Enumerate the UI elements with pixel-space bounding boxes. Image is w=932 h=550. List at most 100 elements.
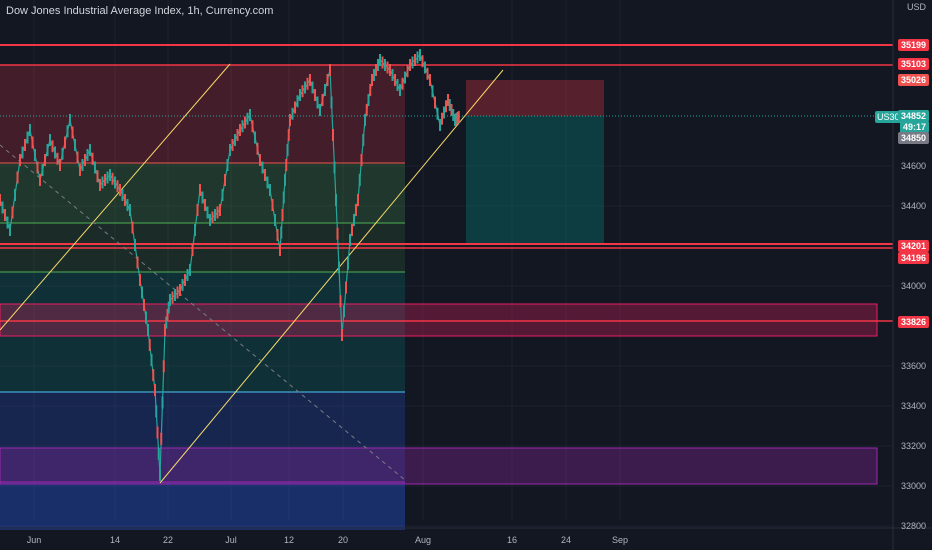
- candle: [319, 104, 321, 116]
- candle: [219, 204, 221, 216]
- candle: [357, 194, 359, 206]
- candle: [386, 61, 389, 74]
- candle: [338, 261, 340, 274]
- candle: [129, 204, 131, 216]
- candle: [41, 164, 44, 176]
- candle: [434, 96, 436, 109]
- candle: [44, 154, 46, 166]
- chart-svg[interactable]: 34600 34400 34000 33600 33400 33200 33000 32800…: [0, 0, 932, 550]
- time-tick-label: Aug: [415, 535, 431, 545]
- candle: [261, 161, 264, 174]
- candle: [421, 55, 424, 68]
- candle: [239, 124, 241, 136]
- candle: [358, 174, 361, 186]
- candle: [441, 112, 443, 125]
- fib-zone: [0, 482, 405, 530]
- candle: [436, 107, 439, 120]
- zone-box-purple: [0, 447, 878, 485]
- candle: [24, 139, 26, 151]
- candle: [341, 329, 343, 341]
- time-tick-label: 12: [284, 535, 294, 545]
- candle: [148, 339, 151, 351]
- candle: [116, 180, 119, 193]
- candle: [169, 294, 171, 306]
- time-tick-label: 22: [163, 535, 173, 545]
- candle: [364, 114, 366, 126]
- time-tick-label: 24: [561, 535, 571, 545]
- candle: [179, 284, 181, 296]
- candle: [206, 206, 209, 219]
- target-zone: [466, 116, 604, 244]
- candle: [11, 206, 14, 219]
- candle: [139, 274, 141, 286]
- candle: [355, 204, 357, 216]
- candle: [367, 94, 370, 106]
- candle: [345, 281, 347, 294]
- candle: [181, 279, 184, 291]
- price-tag: 35199: [897, 39, 929, 51]
- candle: [209, 214, 211, 226]
- candle: [231, 139, 234, 151]
- candle: [419, 49, 421, 61]
- candle: [447, 94, 449, 106]
- candle: [381, 56, 384, 69]
- candle: [284, 174, 286, 186]
- candle: [396, 79, 399, 91]
- candle: [389, 64, 391, 76]
- candle: [404, 71, 406, 84]
- candle: [336, 227, 339, 240]
- candle: [26, 131, 29, 144]
- candle: [443, 106, 445, 119]
- candle: [365, 104, 368, 116]
- candle: [154, 384, 156, 396]
- candle: [424, 61, 426, 74]
- candle: [106, 171, 109, 184]
- price-tag: 35026: [897, 74, 929, 86]
- candle: [111, 172, 114, 185]
- chart-area[interactable]: 34600 34400 34000 33600 33400 33200 33000 32800…: [0, 0, 932, 550]
- candle: [280, 226, 283, 239]
- candle: [46, 144, 49, 156]
- candle: [411, 56, 414, 69]
- price-tick-label: 34400: [901, 201, 926, 211]
- candle: [431, 85, 434, 98]
- candle: [162, 360, 165, 373]
- candle: [330, 96, 333, 109]
- candle: [99, 179, 101, 191]
- candle: [101, 176, 104, 189]
- time-tick-label: Sep: [612, 535, 628, 545]
- price-tag: 34850: [897, 132, 929, 144]
- candle: [150, 354, 153, 366]
- candle: [54, 146, 56, 159]
- candle: [51, 140, 54, 153]
- candle: [349, 234, 351, 246]
- candle: [156, 426, 159, 439]
- candle: [373, 69, 375, 81]
- candle: [351, 224, 353, 236]
- candle: [89, 144, 91, 156]
- candle: [294, 101, 296, 114]
- candle: [119, 184, 121, 196]
- candle: [16, 171, 19, 184]
- candle: [131, 221, 134, 234]
- candle: [134, 239, 136, 251]
- candle: [174, 289, 176, 301]
- candle: [371, 74, 373, 86]
- candle: [426, 67, 429, 80]
- time-tick-label: 16: [507, 535, 517, 545]
- candle: [416, 51, 419, 64]
- time-tick-label: Jun: [27, 535, 42, 545]
- candle: [241, 120, 244, 133]
- candle: [61, 147, 64, 160]
- price-tick-label: 33600: [901, 361, 926, 371]
- candle: [259, 154, 261, 166]
- candle: [94, 161, 96, 174]
- candle: [84, 154, 86, 166]
- candle: [186, 269, 189, 281]
- price-tick-label: 33000: [901, 481, 926, 491]
- price-tick-label: 33400: [901, 401, 926, 411]
- candle: [199, 184, 201, 196]
- candle: [74, 139, 76, 151]
- candle: [229, 144, 231, 156]
- candle: [201, 191, 204, 204]
